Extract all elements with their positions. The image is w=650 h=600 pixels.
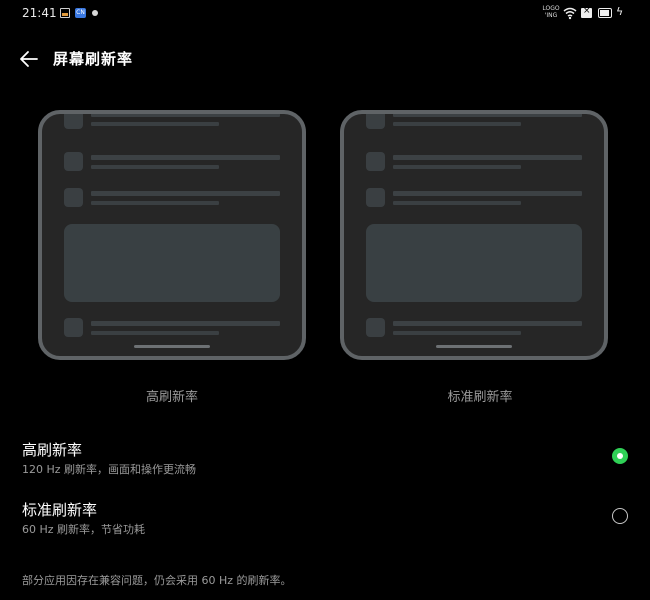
radio-unselected-icon[interactable] [612, 508, 628, 524]
preview-list-item [64, 152, 280, 174]
preview-high-refresh [38, 110, 306, 360]
gallery-icon [60, 8, 70, 18]
close-box-icon [581, 6, 592, 18]
option-high-refresh[interactable]: 高刷新率 120 Hz 刷新率，画面和操作更流畅 [0, 437, 650, 487]
radio-selected-icon[interactable] [612, 448, 628, 464]
preview-list-item [366, 188, 582, 210]
compatibility-footnote: 部分应用因存在兼容问题，仍会采用 60 Hz 的刷新率。 [22, 574, 292, 587]
preview-standard-refresh [340, 110, 608, 360]
page-title: 屏幕刷新率 [53, 50, 134, 68]
option-title: 标准刷新率 [22, 501, 98, 519]
preview-label-high: 高刷新率 [145, 390, 198, 405]
preview-card [366, 224, 582, 302]
refresh-rate-screen: 21:41 CN LOGO'ING ϟ 屏幕刷新率 [0, 0, 650, 600]
option-standard-refresh[interactable]: 标准刷新率 60 Hz 刷新率，节省功耗 [0, 497, 650, 547]
status-time: 21:41 [22, 6, 57, 20]
preview-list-item [366, 152, 582, 174]
app-icon: CN [75, 8, 86, 18]
wifi-icon [563, 7, 577, 20]
preview-card [64, 224, 280, 302]
notification-dot-icon [92, 10, 98, 16]
preview-home-indicator [134, 345, 210, 348]
preview-list-item [64, 318, 280, 340]
charging-bolt-icon: ϟ [616, 5, 624, 18]
status-bar: 21:41 CN LOGO'ING ϟ [0, 0, 650, 28]
preview-label-standard: 标准刷新率 [447, 390, 513, 405]
preview-list-item [366, 318, 582, 340]
arrow-left-icon[interactable] [18, 49, 40, 69]
logo-label-icon: LOGO 'ING [542, 5, 560, 19]
option-title: 高刷新率 [22, 441, 83, 459]
preview-list-item [64, 114, 280, 138]
preview-list-item [366, 114, 582, 138]
option-description: 120 Hz 刷新率，画面和操作更流畅 [22, 463, 197, 476]
option-description: 60 Hz 刷新率，节省功耗 [22, 523, 146, 536]
battery-icon [598, 8, 612, 18]
preview-list-item [64, 188, 280, 210]
preview-home-indicator [436, 345, 512, 348]
